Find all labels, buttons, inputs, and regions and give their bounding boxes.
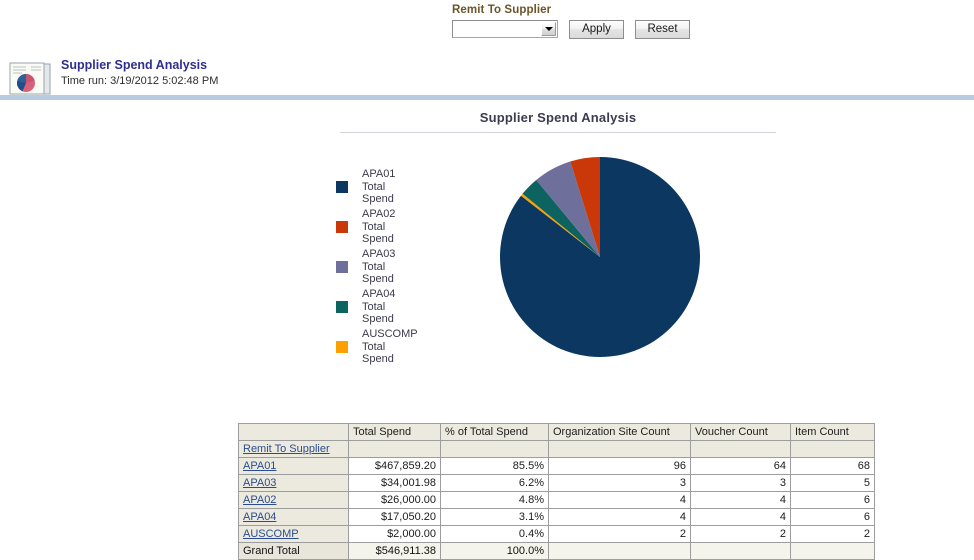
table-row: APA03 $34,001.98 6.2% 3 3 5: [238, 474, 875, 492]
supplier-link-label[interactable]: AUSCOMP: [243, 528, 299, 540]
cell-org-site-count: 96: [548, 457, 691, 475]
cell-item-count: 68: [790, 457, 875, 475]
cell-voucher-count: 4: [690, 491, 791, 509]
cell-pct-of-total: 0.4%: [440, 525, 549, 543]
pie-chart: [498, 155, 702, 359]
blank-pct: [440, 440, 549, 458]
legend-label: APA03 Total Spend: [362, 248, 396, 286]
supplier-link-label[interactable]: APA01: [243, 460, 276, 472]
cell-org-site-count: 4: [548, 491, 691, 509]
header-divider: [0, 95, 974, 100]
column-header-organization-site-count[interactable]: Organization Site Count: [548, 423, 691, 441]
supplier-link[interactable]: APA03: [238, 474, 349, 492]
cell-org-site-count: 3: [548, 474, 691, 492]
cell-pct-of-total: 85.5%: [440, 457, 549, 475]
cell-item-count: 2: [790, 525, 875, 543]
cell-org-site-count: 4: [548, 508, 691, 526]
supplier-link-label[interactable]: APA02: [243, 494, 276, 506]
remit-to-supplier-dropdown[interactable]: [452, 20, 558, 38]
legend-label: APA01 Total Spend: [362, 168, 396, 206]
blank-total-spend: [348, 440, 441, 458]
legend-item: APA02 Total Spend: [336, 208, 446, 246]
legend-label: APA04 Total Spend: [362, 288, 396, 326]
legend-color-swatch: [336, 221, 348, 233]
cell-total-spend: $34,001.98: [348, 474, 441, 492]
cell-item-count: 6: [790, 508, 875, 526]
cell-pct-of-total: 3.1%: [440, 508, 549, 526]
legend-label: AUSCOMP Total Spend: [362, 328, 418, 366]
legend-color-swatch: [336, 181, 348, 193]
chart-title-divider: [340, 132, 776, 133]
blank-voucher: [690, 440, 791, 458]
blank-item: [790, 440, 875, 458]
table-row: AUSCOMP $2,000.00 0.4% 2 2 2: [238, 525, 875, 543]
table-header: Total Spend % of Total Spend Organizatio…: [238, 423, 875, 441]
table-row: APA02 $26,000.00 4.8% 4 4 6: [238, 491, 875, 509]
table-row: APA04 $17,050.20 3.1% 4 4 6: [238, 508, 875, 526]
column-header-voucher-count[interactable]: Voucher Count: [690, 423, 791, 441]
chart-title: Supplier Spend Analysis: [479, 110, 637, 125]
report-timestamp: Time run: 3/19/2012 5:02:48 PM: [61, 75, 219, 87]
grand-total-pct: 100.0%: [440, 542, 549, 560]
column-header-item-count[interactable]: Item Count: [790, 423, 875, 441]
pie-chart-report-icon: [9, 62, 55, 96]
supplier-link-label[interactable]: APA03: [243, 477, 276, 489]
supplier-link[interactable]: APA04: [238, 508, 349, 526]
table-body: Remit To Supplier APA01 $467,859.20 85.5% 9…: [238, 440, 875, 560]
column-header-blank: [238, 423, 349, 441]
legend-label: APA02 Total Spend: [362, 208, 396, 246]
table-header-row: Total Spend % of Total Spend Organizatio…: [238, 423, 875, 441]
cell-voucher-count: 3: [690, 474, 791, 492]
table-row: APA01 $467,859.20 85.5% 96 64 68: [238, 457, 875, 475]
supplier-link[interactable]: APA02: [238, 491, 349, 509]
page-title: Supplier Spend Analysis: [61, 58, 208, 72]
prompt-filter-bar: Remit To Supplier Apply Reset: [452, 4, 872, 39]
grand-total-voucher-count: [690, 542, 791, 560]
grand-total-item-count: [790, 542, 875, 560]
cell-voucher-count: 64: [690, 457, 791, 475]
cell-pct-of-total: 6.2%: [440, 474, 549, 492]
cell-item-count: 5: [790, 474, 875, 492]
supplier-link[interactable]: APA01: [238, 457, 349, 475]
apply-button[interactable]: Apply: [569, 20, 624, 39]
legend-item: APA03 Total Spend: [336, 248, 446, 286]
grand-total-row: Grand Total $546,911.38 100.0%: [238, 542, 875, 560]
cell-total-spend: $26,000.00: [348, 491, 441, 509]
grand-total-spend: $546,911.38: [348, 542, 441, 560]
group-header-label[interactable]: Remit To Supplier: [238, 440, 349, 458]
legend-item: APA04 Total Spend: [336, 288, 446, 326]
legend-color-swatch: [336, 341, 348, 353]
column-header-pct-of-total-spend[interactable]: % of Total Spend: [440, 423, 549, 441]
cell-total-spend: $17,050.20: [348, 508, 441, 526]
cell-item-count: 6: [790, 491, 875, 509]
table-group-header-row: Remit To Supplier: [238, 440, 875, 458]
grand-total-label: Grand Total: [238, 542, 349, 560]
cell-pct-of-total: 4.8%: [440, 491, 549, 509]
legend-color-swatch: [336, 301, 348, 313]
legend-color-swatch: [336, 261, 348, 273]
supplier-spend-table: Total Spend % of Total Spend Organizatio…: [238, 423, 875, 560]
chart-legend: APA01 Total Spend APA02 Total Spend APA03 …: [336, 168, 446, 368]
legend-item: AUSCOMP Total Spend: [336, 328, 446, 366]
supplier-link[interactable]: AUSCOMP: [238, 525, 349, 543]
reset-button[interactable]: Reset: [635, 20, 690, 39]
dropdown-selected-value: [454, 22, 541, 36]
legend-item: APA01 Total Spend: [336, 168, 446, 206]
chevron-down-icon: [544, 27, 553, 31]
report-header: Supplier Spend Analysis Time run: 3/19/2…: [0, 58, 974, 100]
cell-total-spend: $467,859.20: [348, 457, 441, 475]
cell-org-site-count: 2: [548, 525, 691, 543]
prompt-label: Remit To Supplier: [452, 4, 552, 16]
prompt-controls-row: Apply Reset: [452, 20, 872, 39]
cell-voucher-count: 2: [690, 525, 791, 543]
grand-total-org-site-count: [548, 542, 691, 560]
cell-total-spend: $2,000.00: [348, 525, 441, 543]
cell-voucher-count: 4: [690, 508, 791, 526]
supplier-link-label[interactable]: APA04: [243, 511, 276, 523]
blank-org: [548, 440, 691, 458]
dropdown-toggle-button[interactable]: [541, 22, 556, 36]
column-header-total-spend[interactable]: Total Spend: [348, 423, 441, 441]
